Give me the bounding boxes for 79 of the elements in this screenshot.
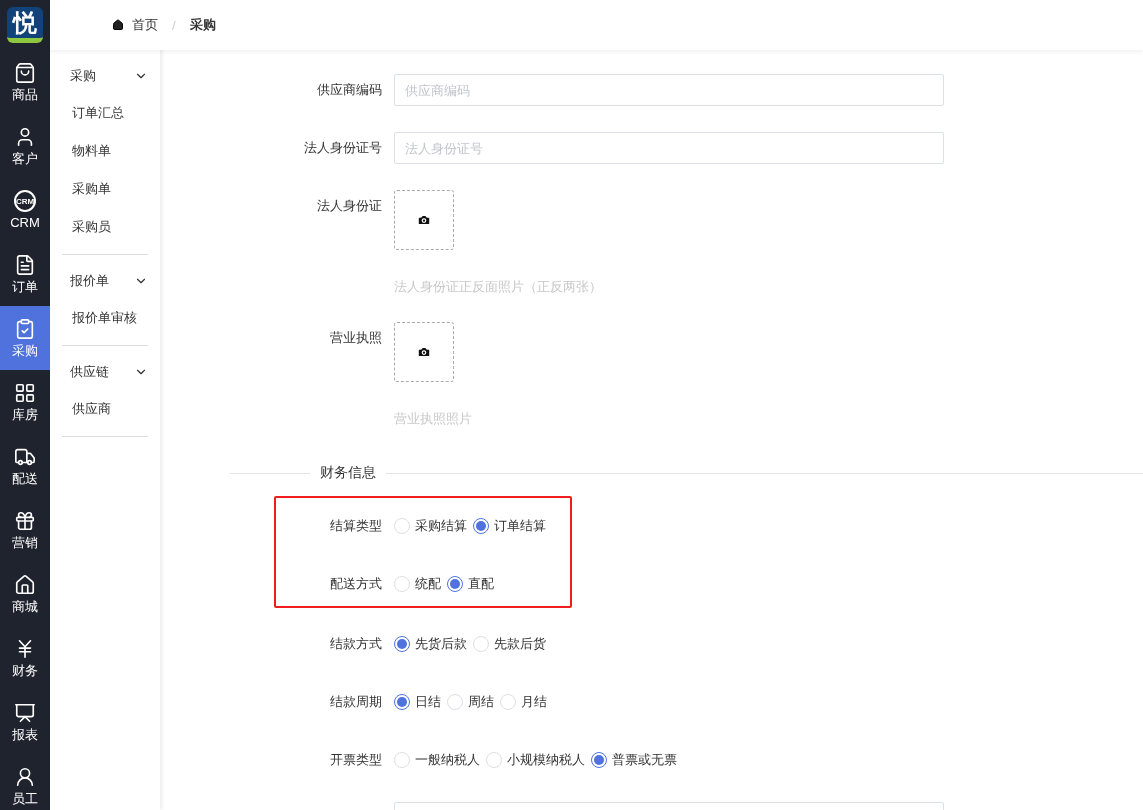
nav-label: 库房 [12,407,38,422]
nav-label: 营销 [12,535,38,550]
logo: 悦 [7,7,43,43]
menu-item[interactable]: 订单汇总 [62,94,148,132]
nav-label: 报表 [12,727,38,742]
field-label: 结款周期 [329,693,382,711]
breadcrumb-separator: / [172,17,176,33]
menu-group-label: 报价单 [70,272,109,290]
menu-item[interactable]: 物料单 [62,132,148,170]
home-icon [112,19,124,31]
input-field[interactable]: 供应商编码 [394,74,944,106]
nav-label: 商城 [12,599,38,614]
crm-icon: CRM [14,190,36,212]
nav-item[interactable]: 订单 [0,242,50,306]
field-label: 结算类型 [329,517,382,535]
breadcrumb-link[interactable]: 采购 [189,16,216,34]
nav-label: 商品 [12,87,38,102]
radio-option[interactable]: 月结 [500,693,547,711]
nav-label: 财务 [12,663,38,678]
nav-item[interactable]: 员工 [0,754,50,810]
nav-item[interactable]: 库房 [0,370,50,434]
camera-icon [417,345,431,359]
radio-option[interactable]: 先货后款 [394,635,467,653]
radio-option[interactable]: 订单结算 [473,517,546,535]
menu-item[interactable]: 供应商 [62,390,148,428]
nav-item[interactable]: 商品 [0,50,50,114]
menu-group-title[interactable]: 报价单 [62,263,148,299]
camera-icon [417,213,431,227]
person-icon [14,766,36,788]
nav-item[interactable]: 营销 [0,498,50,562]
field-label: 结款方式 [329,635,382,653]
house-icon [14,574,36,596]
nav-item[interactable]: 报表 [0,690,50,754]
radio-option[interactable]: 日结 [394,693,441,711]
nav-label: 配送 [12,471,38,486]
field-label: 供应商编码 [316,81,382,99]
menu-group-title[interactable]: 供应链 [62,354,148,390]
menu-item[interactable]: 采购单 [62,170,148,208]
bag-icon [14,62,36,84]
upload-box[interactable] [394,322,454,382]
radio-option[interactable]: 采购结算 [394,517,467,535]
chart-icon [14,702,36,724]
nav-label: 采购 [12,343,38,358]
grid-icon [14,382,36,404]
nav-item[interactable]: 采购 [0,306,50,370]
nav-label: 员工 [12,791,38,806]
menu-group-label: 采购 [70,67,96,85]
clipboard-icon [14,318,36,340]
field-label: 营业执照 [329,329,382,347]
menu-group-title[interactable]: 采购 [62,58,148,94]
nav-item[interactable]: 财务 [0,626,50,690]
breadcrumb-link[interactable]: 首页 [132,16,158,34]
radio-option[interactable]: 统配 [394,575,441,593]
nav-item[interactable]: 配送 [0,434,50,498]
field-label: 法人身份证 [316,197,382,215]
radio-option[interactable]: 直配 [447,575,494,593]
field-label: 法人身份证号 [303,139,382,157]
nav-label: 订单 [12,279,38,294]
upload-box[interactable] [394,190,454,250]
input-field[interactable]: 法人身份证号 [394,132,944,164]
menu-item[interactable]: 采购员 [62,208,148,246]
nav-item[interactable]: CRM CRM [0,178,50,242]
radio-option[interactable]: 一般纳税人 [394,751,480,769]
radio-option[interactable]: 先款后货 [473,635,546,653]
radio-option[interactable]: 普票或无票 [591,751,677,769]
document-icon [14,254,36,276]
field-label: 配送方式 [329,575,382,593]
truck-icon [14,446,36,468]
nav-label: CRM [10,215,40,230]
nav-label: 客户 [12,151,38,166]
nav-item[interactable]: 客户 [0,114,50,178]
radio-option[interactable]: 小规模纳税人 [486,751,585,769]
nav-item[interactable]: 商城 [0,562,50,626]
gift-icon [14,510,36,532]
menu-item[interactable]: 报价单审核 [62,299,148,337]
field-label: 开票类型 [329,751,382,769]
section-title: 财务信息 [319,464,377,482]
menu-group-label: 供应链 [70,363,109,381]
radio-option[interactable]: 周结 [447,693,494,711]
